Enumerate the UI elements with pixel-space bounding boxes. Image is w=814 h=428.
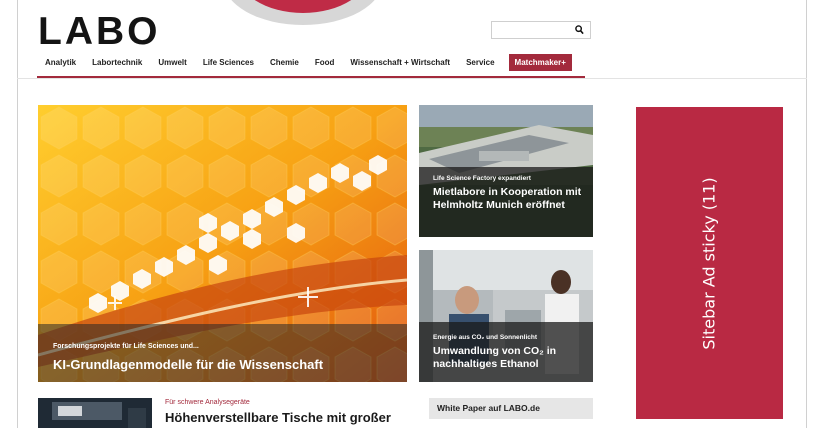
hero-caption-overlay — [38, 324, 407, 382]
card2-title[interactable]: Umwandlung von CO₂ in nachhaltiges Ethan… — [433, 345, 583, 370]
article-thumbnail-image — [38, 398, 152, 428]
card1-title[interactable]: Mietlabore in Kooperation mit Helmholtz … — [433, 186, 583, 211]
teaser-card-mietlabore[interactable]: Life Science Factory expandiert Mietlabo… — [419, 105, 593, 237]
site-logo[interactable]: LABO — [38, 12, 161, 51]
nav-item-service[interactable]: Service — [466, 58, 494, 67]
hero-teaser[interactable]: Forschungsprojekte für Life Sciences und… — [38, 105, 407, 382]
article-thumbnail[interactable] — [38, 398, 152, 428]
header-divider — [17, 78, 807, 79]
matchmaker-button[interactable]: Matchmaker+ — [508, 53, 572, 71]
hero-kicker: Forschungsprojekte für Life Sciences und… — [53, 343, 199, 350]
nav-item-wissenschaft-wirtschaft[interactable]: Wissenschaft + Wirtschaft — [350, 58, 450, 67]
whitepaper-box[interactable]: White Paper auf LABO.de — [429, 398, 593, 419]
card2-kicker: Energie aus CO₂ und Sonnenlicht — [433, 334, 538, 341]
nav-item-life-sciences[interactable]: Life Sciences — [203, 58, 254, 67]
hero-title[interactable]: KI-Grundlagenmodelle für die Wissenschaf… — [53, 357, 323, 372]
whitepaper-label: White Paper auf LABO.de — [437, 403, 540, 413]
card1-kicker: Life Science Factory expandiert — [433, 175, 531, 182]
teaser-card-ethanol[interactable]: Energie aus CO₂ und Sonnenlicht Umwandlu… — [419, 250, 593, 382]
search-icon[interactable] — [575, 24, 584, 36]
sitebar-ad[interactable]: Sitebar Ad sticky (11) — [636, 107, 783, 419]
article-title[interactable]: Höhenverstellbare Tische mit großer — [165, 410, 391, 425]
ad-label: Sitebar Ad sticky (11) — [700, 176, 720, 350]
nav-item-chemie[interactable]: Chemie — [270, 58, 299, 67]
nav-item-umwelt[interactable]: Umwelt — [158, 58, 186, 67]
search-input[interactable] — [491, 21, 591, 39]
nav-item-labortechnik[interactable]: Labortechnik — [92, 58, 142, 67]
article-kicker: Für schwere Analysegeräte — [165, 399, 250, 406]
nav-item-food[interactable]: Food — [315, 58, 335, 67]
nav-item-analytik[interactable]: Analytik — [45, 58, 76, 67]
main-nav: Analytik Labortechnik Umwelt Life Scienc… — [37, 53, 572, 71]
